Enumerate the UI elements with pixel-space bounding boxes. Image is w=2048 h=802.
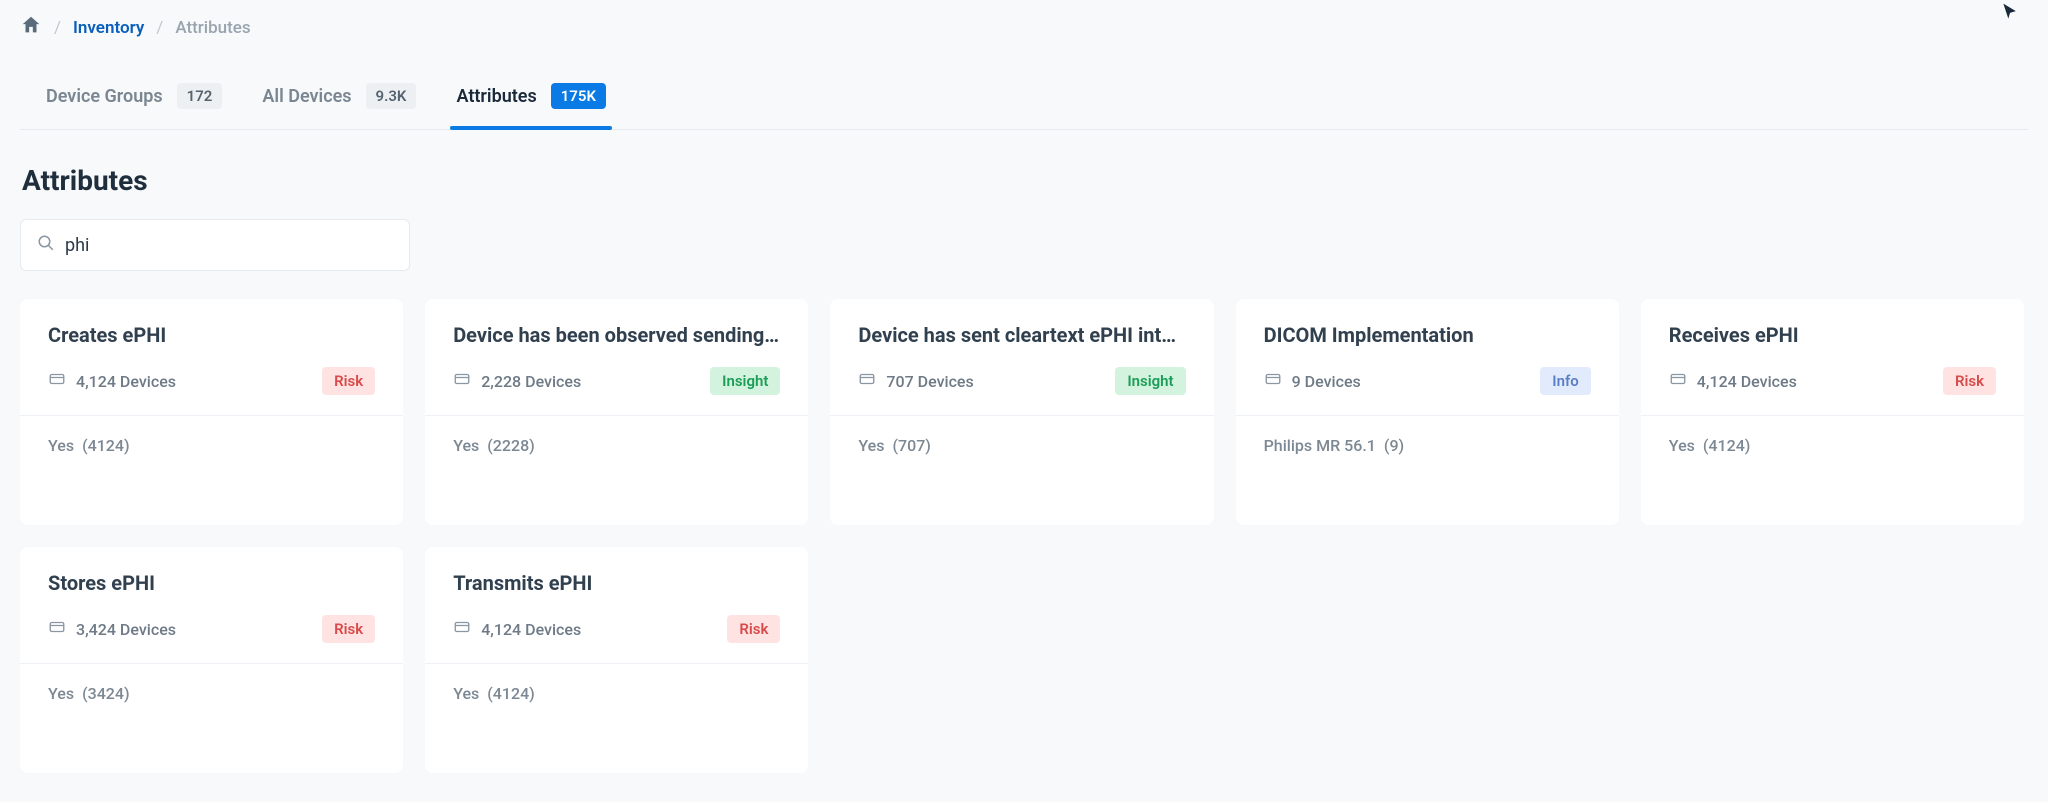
attribute-value-row: Yes (2228)	[453, 436, 780, 455]
tabs: Device Groups 172 All Devices 9.3K Attri…	[20, 65, 2028, 130]
attribute-badge: Risk	[322, 367, 375, 395]
attribute-value-row: Yes (4124)	[453, 684, 780, 703]
attribute-card-title: Stores ePHI	[48, 571, 375, 595]
attribute-value-label: Yes	[1669, 436, 1695, 455]
page-title: Attributes	[22, 164, 2026, 197]
tab-count-badge: 9.3K	[366, 83, 417, 109]
breadcrumb-current: Attributes	[175, 18, 250, 38]
attribute-card[interactable]: Device has sent cleartext ePHI inte… 707…	[830, 299, 1213, 525]
attribute-card-grid: Creates ePHI 4,124 Devices Risk Yes (412…	[20, 299, 2028, 773]
attribute-badge: Risk	[1943, 367, 1996, 395]
attribute-value-row: Yes (4124)	[1669, 436, 1996, 455]
search-input[interactable]	[65, 235, 393, 256]
breadcrumb-separator: /	[156, 18, 163, 38]
attribute-value-count: (9)	[1384, 436, 1404, 455]
attribute-card-title: Receives ePHI	[1669, 323, 1996, 347]
attribute-card-title: Device has sent cleartext ePHI inte…	[858, 323, 1185, 347]
device-icon	[453, 618, 471, 640]
attribute-badge: Insight	[710, 367, 780, 395]
device-count-text: 707 Devices	[886, 372, 973, 391]
attribute-value-count: (2228)	[487, 436, 535, 455]
device-count: 9 Devices	[1264, 370, 1361, 392]
attribute-value-row: Yes (3424)	[48, 684, 375, 703]
attribute-value-count: (4124)	[82, 436, 130, 455]
attribute-card-title: DICOM Implementation	[1264, 323, 1591, 347]
device-count: 4,124 Devices	[48, 370, 176, 392]
attribute-badge: Insight	[1115, 367, 1185, 395]
device-count-text: 4,124 Devices	[76, 372, 176, 391]
attribute-card[interactable]: Creates ePHI 4,124 Devices Risk Yes (412…	[20, 299, 403, 525]
device-count: 4,124 Devices	[1669, 370, 1797, 392]
attribute-card-title: Creates ePHI	[48, 323, 375, 347]
tab-label: All Devices	[262, 86, 351, 107]
home-icon[interactable]	[20, 14, 42, 41]
device-count: 2,228 Devices	[453, 370, 581, 392]
attribute-card-title: Device has been observed sending…	[453, 323, 780, 347]
device-icon	[1264, 370, 1282, 392]
breadcrumb-separator: /	[54, 18, 61, 38]
attribute-value-count: (4124)	[1703, 436, 1751, 455]
attribute-badge: Risk	[727, 615, 780, 643]
attribute-card-title: Transmits ePHI	[453, 571, 780, 595]
device-icon	[858, 370, 876, 392]
device-icon	[453, 370, 471, 392]
tab-label: Attributes	[456, 86, 536, 107]
attribute-value-label: Yes	[453, 684, 479, 703]
attribute-card[interactable]: DICOM Implementation 9 Devices Info Phil…	[1236, 299, 1619, 525]
device-icon	[1669, 370, 1687, 392]
device-count-text: 9 Devices	[1292, 372, 1361, 391]
attribute-value-label: Philips MR 56.1	[1264, 436, 1376, 455]
device-count-text: 4,124 Devices	[481, 620, 581, 639]
tab-label: Device Groups	[46, 86, 163, 107]
attribute-value-row: Yes (4124)	[48, 436, 375, 455]
attribute-value-row: Yes (707)	[858, 436, 1185, 455]
attribute-value-label: Yes	[48, 436, 74, 455]
search-icon	[37, 234, 55, 256]
attribute-value-label: Yes	[453, 436, 479, 455]
device-count: 3,424 Devices	[48, 618, 176, 640]
tab-device-groups[interactable]: Device Groups 172	[40, 65, 228, 129]
device-count-text: 4,124 Devices	[1697, 372, 1797, 391]
attribute-value-label: Yes	[858, 436, 884, 455]
breadcrumb-inventory-link[interactable]: Inventory	[73, 18, 144, 38]
search-box[interactable]	[20, 219, 410, 271]
device-count: 707 Devices	[858, 370, 973, 392]
tab-attributes[interactable]: Attributes 175K	[450, 65, 612, 129]
attribute-card[interactable]: Transmits ePHI 4,124 Devices Risk Yes (4…	[425, 547, 808, 773]
device-icon	[48, 370, 66, 392]
device-icon	[48, 618, 66, 640]
device-count: 4,124 Devices	[453, 618, 581, 640]
attribute-card[interactable]: Stores ePHI 3,424 Devices Risk Yes (3424…	[20, 547, 403, 773]
cursor-icon	[2000, 2, 2020, 26]
breadcrumb: / Inventory / Attributes	[20, 0, 2028, 55]
attribute-value-label: Yes	[48, 684, 74, 703]
device-count-text: 3,424 Devices	[76, 620, 176, 639]
attribute-value-count: (4124)	[487, 684, 535, 703]
attribute-badge: Risk	[322, 615, 375, 643]
attribute-card[interactable]: Device has been observed sending… 2,228 …	[425, 299, 808, 525]
tab-all-devices[interactable]: All Devices 9.3K	[256, 65, 422, 129]
attribute-card[interactable]: Receives ePHI 4,124 Devices Risk Yes (41…	[1641, 299, 2024, 525]
tab-count-badge: 172	[177, 83, 223, 109]
device-count-text: 2,228 Devices	[481, 372, 581, 391]
attribute-value-count: (707)	[892, 436, 930, 455]
attribute-badge: Info	[1540, 367, 1591, 395]
attribute-value-count: (3424)	[82, 684, 130, 703]
tab-count-badge: 175K	[551, 83, 606, 109]
attribute-value-row: Philips MR 56.1 (9)	[1264, 436, 1591, 455]
